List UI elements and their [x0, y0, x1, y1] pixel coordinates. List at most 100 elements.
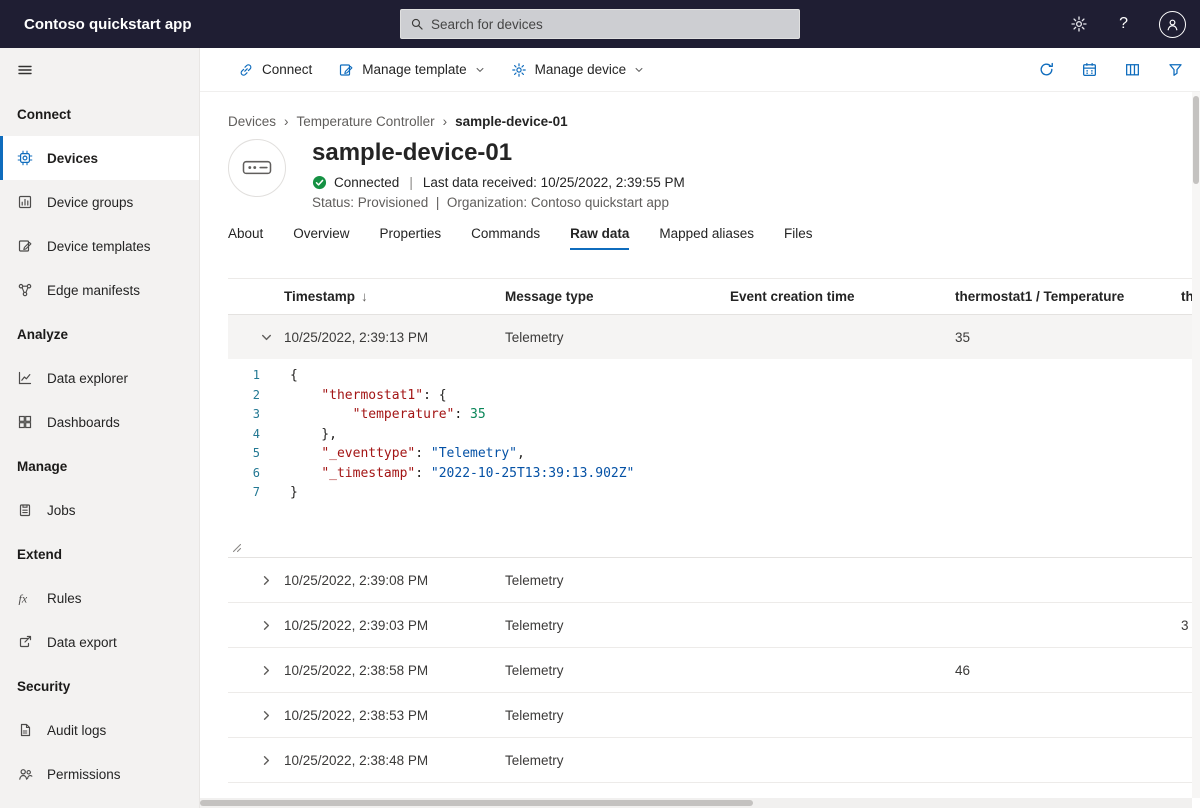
column-header-timestamp[interactable]: Timestamp ↓ — [284, 289, 505, 304]
sidebar-item-label: Device templates — [47, 239, 151, 254]
row-timestamp: 10/25/2022, 2:38:53 PM — [284, 708, 505, 723]
tab-commands[interactable]: Commands — [471, 226, 540, 250]
row-message-type: Telemetry — [505, 618, 730, 633]
sidebar-item-rules[interactable]: Rules — [0, 576, 199, 620]
sidebar-item-label: Edge manifests — [47, 283, 140, 298]
line-number: 7 — [228, 483, 274, 503]
line-number: 3 — [228, 405, 274, 425]
device-avatar — [228, 139, 286, 197]
device-search[interactable] — [400, 9, 800, 39]
raw-json-viewer[interactable]: 1{ 2 "thermostat1": { 3 "temperature": 3… — [228, 359, 1192, 557]
line-number: 5 — [228, 444, 274, 464]
app-title: Contoso quickstart app — [24, 16, 192, 33]
collapse-chevron-icon[interactable] — [256, 327, 276, 347]
sidebar-item-jobs[interactable]: Jobs — [0, 488, 199, 532]
column-header-thermostat1-temperature[interactable]: thermostat1 / Temperature — [955, 289, 1181, 304]
account-avatar[interactable] — [1159, 11, 1186, 38]
column-header-event-creation-time[interactable]: Event creation time — [730, 289, 955, 304]
row-message-type: Telemetry — [505, 573, 730, 588]
expand-chevron-icon[interactable] — [256, 660, 276, 680]
column-header-message-type[interactable]: Message type — [505, 289, 730, 304]
template-icon — [338, 62, 354, 78]
sidebar-item-audit-logs[interactable]: Audit logs — [0, 708, 199, 752]
connection-status: Connected — [334, 175, 399, 190]
device-meta-line: Status: Provisioned | Organization: Cont… — [312, 195, 685, 210]
rules-icon — [17, 590, 33, 606]
sidebar-item-data-export[interactable]: Data export — [0, 620, 199, 664]
row-timestamp: 10/25/2022, 2:39:08 PM — [284, 573, 505, 588]
connect-button[interactable]: Connect — [238, 62, 312, 78]
expand-chevron-icon[interactable] — [256, 705, 276, 725]
last-data-received: Last data received: 10/25/2022, 2:39:55 … — [423, 175, 685, 190]
refresh-icon[interactable] — [1038, 61, 1055, 78]
time-range-icon[interactable] — [1081, 61, 1098, 78]
table-row[interactable]: 10/25/2022, 2:38:48 PM Telemetry — [228, 738, 1192, 783]
status-separator: | — [409, 175, 413, 190]
breadcrumb-current: sample-device-01 — [455, 114, 568, 129]
vertical-scrollbar-thumb[interactable] — [1193, 96, 1199, 184]
chevron-down-icon — [634, 65, 644, 75]
breadcrumb-devices[interactable]: Devices — [228, 114, 276, 129]
expanded-row-section: 10/25/2022, 2:39:13 PM Telemetry 35 1{ 2… — [228, 315, 1192, 558]
tab-overview[interactable]: Overview — [293, 226, 349, 250]
table-row[interactable]: 10/25/2022, 2:38:58 PM Telemetry 46 — [228, 648, 1192, 693]
sidebar-item-edge-manifests[interactable]: Edge manifests — [0, 268, 199, 312]
line-number: 4 — [228, 425, 274, 445]
filter-icon[interactable] — [1167, 61, 1184, 78]
audit-logs-icon — [17, 722, 33, 738]
breadcrumb-separator: › — [443, 114, 448, 129]
topbar-actions: ? — [1070, 0, 1186, 48]
sidebar-item-label: Jobs — [47, 503, 76, 518]
sidebar-item-dashboards[interactable]: Dashboards — [0, 400, 199, 444]
row-thermostat1-temperature: 46 — [955, 663, 1181, 678]
jobs-icon — [17, 502, 33, 518]
help-button[interactable]: ? — [1119, 15, 1128, 33]
topbar: Contoso quickstart app ? — [0, 0, 1200, 48]
vertical-scrollbar[interactable] — [1192, 92, 1200, 798]
chevron-down-icon — [475, 65, 485, 75]
device-header: sample-device-01 Connected | Last data r… — [228, 139, 1192, 210]
sidebar-item-label: Device groups — [47, 195, 133, 210]
horizontal-scrollbar-thumb[interactable] — [200, 800, 753, 806]
devices-icon — [17, 150, 33, 166]
row-timestamp: 10/25/2022, 2:39:13 PM — [284, 330, 505, 345]
table-row[interactable]: 10/25/2022, 2:39:08 PM Telemetry — [228, 558, 1192, 603]
permissions-icon — [17, 766, 33, 782]
hamburger-icon — [17, 62, 33, 78]
search-input[interactable] — [431, 17, 790, 32]
tab-files[interactable]: Files — [784, 226, 813, 250]
device-tabs: About Overview Properties Commands Raw d… — [228, 226, 1192, 250]
sidebar-item-data-explorer[interactable]: Data explorer — [0, 356, 199, 400]
table-row[interactable]: 10/25/2022, 2:39:13 PM Telemetry 35 — [228, 315, 1192, 359]
row-message-type: Telemetry — [505, 330, 730, 345]
tab-about[interactable]: About — [228, 226, 263, 250]
manage-device-button[interactable]: Manage device — [511, 62, 645, 78]
tab-raw-data[interactable]: Raw data — [570, 226, 629, 250]
expand-chevron-icon[interactable] — [256, 750, 276, 770]
table-row[interactable]: 10/25/2022, 2:38:53 PM Telemetry — [228, 693, 1192, 738]
column-header-thermostat2[interactable]: th — [1181, 289, 1192, 304]
resize-grip-icon[interactable] — [232, 543, 242, 553]
tab-properties[interactable]: Properties — [380, 226, 442, 250]
sidebar-item-device-groups[interactable]: Device groups — [0, 180, 199, 224]
breadcrumb-separator: › — [284, 114, 289, 129]
data-explorer-icon — [17, 370, 33, 386]
expand-chevron-icon[interactable] — [256, 570, 276, 590]
edge-manifests-icon — [17, 282, 33, 298]
sort-descending-icon: ↓ — [361, 289, 368, 304]
expand-chevron-icon[interactable] — [256, 615, 276, 635]
sidebar: Connect Devices Device groups Device tem… — [0, 48, 200, 808]
manage-template-button[interactable]: Manage template — [338, 62, 484, 78]
table-row[interactable]: 10/25/2022, 2:39:03 PM Telemetry 3 — [228, 603, 1192, 648]
sidebar-item-devices[interactable]: Devices — [0, 136, 199, 180]
settings-gear-icon[interactable] — [1070, 15, 1088, 33]
breadcrumb-template[interactable]: Temperature Controller — [297, 114, 435, 129]
tab-mapped-aliases[interactable]: Mapped aliases — [659, 226, 754, 250]
row-timestamp: 10/25/2022, 2:38:48 PM — [284, 753, 505, 768]
sidebar-item-permissions[interactable]: Permissions — [0, 752, 199, 796]
horizontal-scrollbar[interactable] — [200, 798, 1192, 808]
collapse-menu-button[interactable] — [0, 48, 199, 92]
sidebar-item-device-templates[interactable]: Device templates — [0, 224, 199, 268]
main-content: Devices › Temperature Controller › sampl… — [200, 92, 1192, 808]
column-options-icon[interactable] — [1124, 61, 1141, 78]
